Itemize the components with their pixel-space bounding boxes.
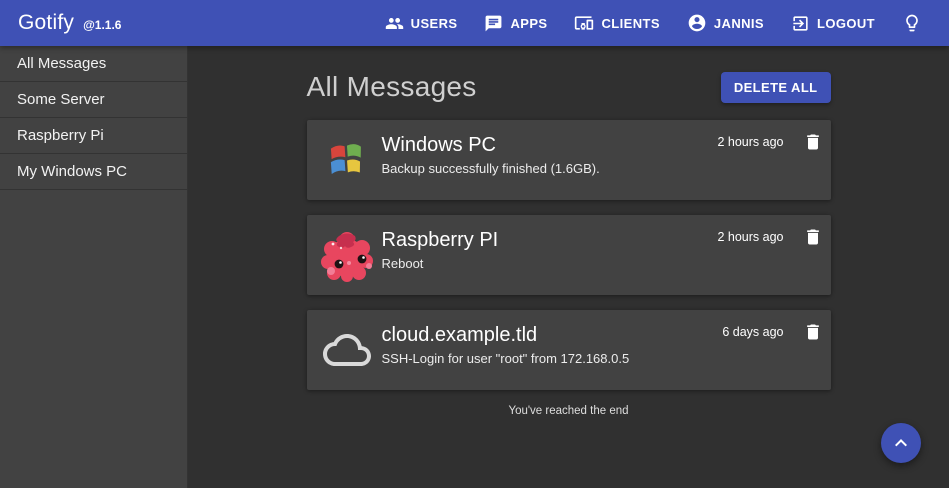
delete-message-button[interactable] [803,322,823,342]
nav-user-label: JANNIS [714,16,764,31]
sidebar: All Messages Some Server Raspberry Pi My… [0,46,188,488]
nav-clients-label: CLIENTS [601,16,659,31]
nav-users-label: USERS [411,16,458,31]
sidebar-item-some-server[interactable]: Some Server [0,82,187,118]
end-of-list-text: You've reached the end [307,405,831,417]
nav-apps-label: APPS [510,16,547,31]
sidebar-item-label: Raspberry Pi [17,127,104,144]
sidebar-item-label: My Windows PC [17,163,127,180]
delete-message-button[interactable] [803,132,823,152]
page-title: All Messages [307,71,477,103]
theme-toggle-button[interactable] [902,13,922,33]
message-text: Reboot [382,256,718,271]
sidebar-item-label: All Messages [17,55,106,72]
main-content: All Messages DELETE ALL Windows PC Backu… [188,46,949,488]
cloud-logo-icon [319,322,375,378]
nav-apps-button[interactable]: APPS [484,14,547,33]
account-circle-icon [687,13,714,33]
message-timestamp: 2 hours ago [717,229,783,246]
message-text: Backup successfully finished (1.6GB). [382,161,718,176]
trash-icon [803,132,823,152]
brand-title: Gotify [18,11,74,35]
sidebar-item-my-windows-pc[interactable]: My Windows PC [0,154,187,190]
lightbulb-icon [902,13,922,33]
message-title: Raspberry PI [382,228,718,253]
brand-version: @1.1.6 [83,18,121,32]
sidebar-item-raspberry-pi[interactable]: Raspberry Pi [0,118,187,154]
sidebar-item-label: Some Server [17,91,105,108]
message-card-cloud: cloud.example.tld SSH-Login for user "ro… [307,310,831,390]
scroll-to-top-button[interactable] [881,423,921,463]
nav-user-button[interactable]: JANNIS [687,13,764,33]
chat-icon [484,14,510,33]
message-text: SSH-Login for user "root" from 172.168.0… [382,351,723,366]
nav-clients-button[interactable]: CLIENTS [574,13,659,33]
chevron-up-icon [889,431,913,455]
devices-icon [574,13,601,33]
nav-logout-label: LOGOUT [817,16,875,31]
message-timestamp: 2 hours ago [717,134,783,151]
trash-icon [803,322,823,342]
raspberry-logo-icon [319,227,375,283]
message-card-windows-pc: Windows PC Backup successfully finished … [307,120,831,200]
navbar-menu: USERS APPS CLIENTS JANNIS LOGOUT [358,13,922,33]
delete-message-button[interactable] [803,227,823,247]
trash-icon [803,227,823,247]
users-icon [385,14,411,33]
message-card-raspberry-pi: Raspberry PI Reboot 2 hours ago [307,215,831,295]
message-title: cloud.example.tld [382,323,723,348]
nav-users-button[interactable]: USERS [385,14,458,33]
sidebar-item-all-messages[interactable]: All Messages [0,46,187,82]
delete-all-button[interactable]: DELETE ALL [721,72,831,103]
nav-logout-button[interactable]: LOGOUT [791,14,875,33]
brand[interactable]: Gotify @1.1.6 [18,11,121,35]
top-navbar: Gotify @1.1.6 USERS APPS CLIENTS JANNIS … [0,0,949,46]
logout-icon [791,14,817,33]
message-timestamp: 6 days ago [722,324,783,341]
windows-logo-icon [319,132,375,188]
message-title: Windows PC [382,133,718,158]
